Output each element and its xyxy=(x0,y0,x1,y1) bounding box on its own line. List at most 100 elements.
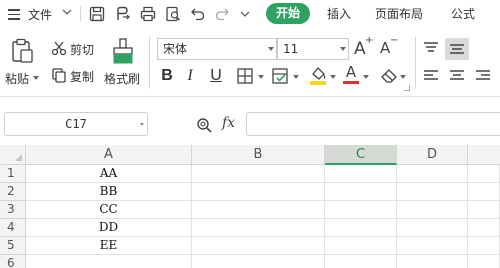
hamburger-icon xyxy=(8,9,20,20)
cell-b1[interactable] xyxy=(192,165,325,183)
fill-color-dropdown-arrow[interactable] xyxy=(330,75,336,79)
cell-c5[interactable] xyxy=(325,237,397,255)
cell-e5[interactable] xyxy=(468,237,500,255)
column-header-e[interactable] xyxy=(468,145,500,165)
fill-color-icon[interactable] xyxy=(309,65,327,85)
tab-page-layout[interactable]: 页面布局 xyxy=(375,5,423,23)
align-center-icon[interactable] xyxy=(449,69,465,83)
cell-a3[interactable]: CC xyxy=(26,201,192,219)
cell-d6[interactable] xyxy=(397,255,468,268)
cell-c2[interactable] xyxy=(325,183,397,201)
font-size-value: 11 xyxy=(283,42,299,56)
print-icon[interactable] xyxy=(139,5,157,23)
cell-e3[interactable] xyxy=(468,201,500,219)
name-box-value: C17 xyxy=(65,117,87,131)
file-menu-button[interactable]: 文件 xyxy=(6,4,72,24)
format-painter-label[interactable]: 格式刷 xyxy=(104,70,140,87)
font-size-dropdown-arrow[interactable] xyxy=(340,47,346,51)
cell-b5[interactable] xyxy=(192,237,325,255)
align-middle-button[interactable] xyxy=(445,38,469,60)
align-right-icon[interactable] xyxy=(475,69,491,83)
column-header-a[interactable]: A xyxy=(26,145,192,165)
print-preview-icon[interactable] xyxy=(164,5,182,23)
font-name-select[interactable]: 宋体 xyxy=(157,38,277,60)
row-header-4[interactable]: 4 xyxy=(0,219,26,237)
cell-style-icon[interactable] xyxy=(271,67,289,85)
cell-c4[interactable] xyxy=(325,219,397,237)
cell-d5[interactable] xyxy=(397,237,468,255)
font-color-dropdown-arrow[interactable] xyxy=(363,75,369,79)
underline-button[interactable]: U xyxy=(208,65,224,87)
cell-d4[interactable] xyxy=(397,219,468,237)
cell-e2[interactable] xyxy=(468,183,500,201)
borders-icon[interactable] xyxy=(236,67,254,85)
bold-button[interactable]: B xyxy=(158,65,176,87)
cell-b6[interactable] xyxy=(192,255,325,268)
copy-button[interactable]: 复制 xyxy=(70,68,94,85)
font-settings-launcher[interactable] xyxy=(404,85,410,91)
row-header-1[interactable]: 1 xyxy=(0,165,26,183)
font-name-dropdown-arrow[interactable] xyxy=(268,47,274,51)
formula-input[interactable] xyxy=(246,112,500,136)
copy-icon[interactable] xyxy=(51,67,67,83)
customize-quick-access-icon[interactable] xyxy=(236,5,250,23)
borders-dropdown-arrow[interactable] xyxy=(258,75,264,79)
eraser-icon[interactable] xyxy=(380,66,398,84)
cell-e1[interactable] xyxy=(468,165,500,183)
cut-button[interactable]: 剪切 xyxy=(70,41,94,58)
tab-formulas[interactable]: 公式 xyxy=(451,5,475,23)
decrease-font-size-button[interactable]: A − xyxy=(380,35,398,59)
increase-font-size-label: A xyxy=(354,39,366,59)
font-color-button[interactable]: A xyxy=(343,64,359,85)
paste-label[interactable]: 粘贴 xyxy=(5,70,29,87)
redo-icon[interactable] xyxy=(213,5,231,23)
cell-e6[interactable] xyxy=(468,255,500,268)
align-top-icon[interactable] xyxy=(423,41,439,55)
cell-d3[interactable] xyxy=(397,201,468,219)
row-header-2[interactable]: 2 xyxy=(0,183,26,201)
cell-b4[interactable] xyxy=(192,219,325,237)
cell-e4[interactable] xyxy=(468,219,500,237)
cell-c3[interactable] xyxy=(325,201,397,219)
cell-style-dropdown-arrow[interactable] xyxy=(293,75,299,79)
increase-font-size-button[interactable]: A + xyxy=(354,35,373,59)
tab-home[interactable]: 开始 xyxy=(266,3,310,24)
name-box-dropdown-arrow[interactable] xyxy=(140,123,144,126)
cell-a2[interactable]: BB xyxy=(26,183,192,201)
cell-d1[interactable] xyxy=(397,165,468,183)
italic-button[interactable]: I xyxy=(183,65,197,87)
cell-a6[interactable] xyxy=(26,255,192,268)
cell-c1[interactable] xyxy=(325,165,397,183)
undo-icon[interactable] xyxy=(189,5,207,23)
row-header-3[interactable]: 3 xyxy=(0,201,26,219)
save-icon[interactable] xyxy=(88,5,106,23)
column-header-c[interactable]: C xyxy=(325,145,397,165)
paste-dropdown-arrow[interactable] xyxy=(33,76,39,80)
minus-icon: − xyxy=(390,35,399,46)
cell-c6[interactable] xyxy=(325,255,397,268)
row-header-6[interactable]: 6 xyxy=(0,255,26,268)
insert-function-button[interactable]: fx xyxy=(222,115,235,131)
export-pdf-icon[interactable] xyxy=(114,5,132,23)
cell-d2[interactable] xyxy=(397,183,468,201)
column-header-d[interactable]: D xyxy=(397,145,468,165)
paste-button[interactable] xyxy=(8,37,36,65)
tab-insert[interactable]: 插入 xyxy=(327,5,351,23)
font-size-select[interactable]: 11 xyxy=(277,38,349,60)
zoom-search-icon[interactable] xyxy=(196,117,213,134)
chevron-down-icon xyxy=(62,9,72,15)
cell-b3[interactable] xyxy=(192,201,325,219)
column-header-b[interactable]: B xyxy=(192,145,325,165)
align-left-icon[interactable] xyxy=(423,69,439,83)
cell-b2[interactable] xyxy=(192,183,325,201)
cell-a1[interactable]: AA xyxy=(26,165,192,183)
format-painter-button[interactable] xyxy=(110,37,136,65)
row-header-5[interactable]: 5 xyxy=(0,237,26,255)
select-all-corner[interactable] xyxy=(0,145,26,165)
cell-a5[interactable]: EE xyxy=(26,237,192,255)
name-box[interactable]: C17 xyxy=(4,112,148,136)
cut-icon[interactable] xyxy=(51,40,67,56)
align-middle-icon xyxy=(450,44,464,54)
clear-dropdown-arrow[interactable] xyxy=(400,75,406,79)
cell-a4[interactable]: DD xyxy=(26,219,192,237)
